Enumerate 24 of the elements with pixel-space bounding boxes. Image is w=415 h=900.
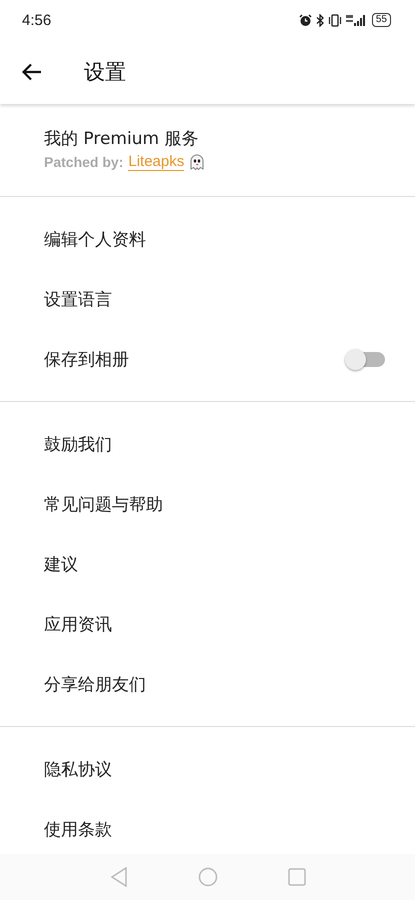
signal-icon [346, 14, 368, 26]
back-icon[interactable] [110, 867, 128, 887]
bluetooth-icon [316, 14, 324, 26]
settings-item[interactable]: 常见问题与帮助 [44, 492, 163, 516]
settings-item[interactable]: 保存到相册 [44, 348, 129, 370]
settings-item[interactable]: 应用资讯 [44, 612, 112, 636]
settings-item[interactable]: 分享给朋友们 [44, 672, 146, 696]
alarm-icon [298, 14, 312, 26]
home-icon[interactable] [198, 867, 218, 887]
settings-item[interactable]: 建议 [44, 552, 78, 576]
ghost-icon [189, 153, 206, 171]
settings-item[interactable]: 使用条款 [44, 818, 112, 840]
battery-level: 55 [372, 13, 391, 27]
clock-time: 4:56 [22, 12, 52, 28]
settings-item[interactable]: 编辑个人资料 [44, 228, 146, 250]
settings-item[interactable]: 隐私协议 [44, 758, 112, 780]
settings-item[interactable]: 我的 Premium 服务 [44, 127, 198, 150]
vibrate-icon [328, 14, 342, 26]
settings-item[interactable]: 鼓励我们 [44, 432, 112, 456]
left-arrow-icon [22, 63, 42, 81]
page-title: 设置 [84, 59, 126, 86]
patched-by-label: Patched by: [44, 154, 124, 170]
recents-icon[interactable] [288, 868, 306, 886]
settings-item[interactable]: 设置语言 [44, 288, 112, 310]
